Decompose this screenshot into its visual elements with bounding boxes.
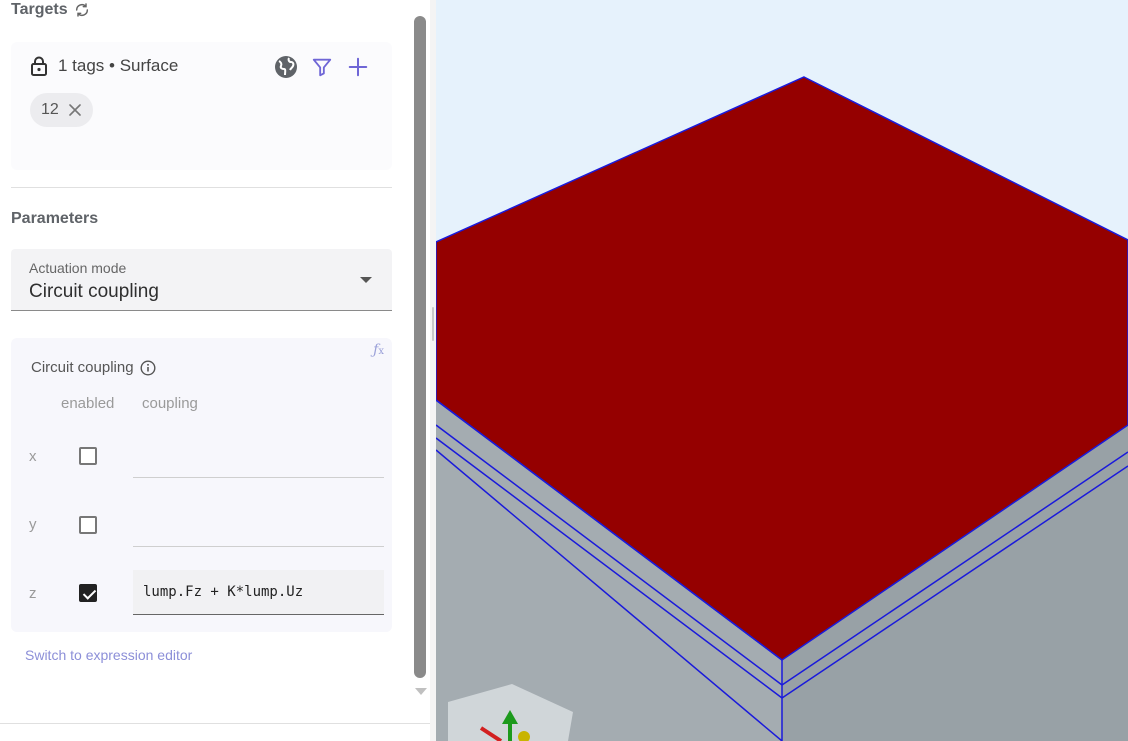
enabled-checkbox-x[interactable] [79,447,97,465]
row-label-z: z [29,585,37,602]
actuation-mode-value: Circuit coupling [29,281,159,302]
actuation-mode-label: Actuation mode [29,260,127,276]
chevron-down-icon [360,277,372,283]
info-icon[interactable] [140,359,156,376]
lock-icon[interactable] [30,56,48,76]
column-header-enabled: enabled [61,395,115,412]
tag-chip[interactable]: 12 [30,93,93,127]
scroll-down-arrow[interactable] [415,688,427,695]
circuit-coupling-box: ƒx Circuit coupling enabled coupling x y… [11,338,392,632]
targets-summary-row: 1 tags • Surface [30,56,178,76]
enabled-checkbox-y[interactable] [79,516,97,534]
targets-header: Targets [11,1,90,19]
circuit-coupling-title: Circuit coupling [31,359,134,376]
coupling-field-z[interactable]: lump.Fz + K*lump.Uz [133,570,384,615]
panel-bottom-divider [0,723,430,724]
switch-expression-editor-link[interactable]: Switch to expression editor [25,647,192,663]
3d-viewport[interactable] [436,0,1128,741]
targets-actions [273,54,371,80]
tag-chip-label: 12 [41,101,59,118]
close-icon[interactable] [68,104,81,116]
targets-box: 1 tags • Surface 12 [11,42,392,170]
globe-icon[interactable] [273,54,299,80]
row-label-y: y [29,516,37,533]
parameters-title: Parameters [11,210,99,227]
splitter-handle[interactable] [432,307,434,341]
circuit-coupling-header: Circuit coupling [31,359,156,376]
coupling-field-x[interactable] [133,433,384,478]
enabled-checkbox-z[interactable] [79,584,97,602]
column-header-coupling: coupling [142,395,198,412]
properties-panel: Targets 1 tags • Surface 12 Parameters A… [0,0,430,741]
coupling-field-y[interactable] [133,502,384,547]
targets-title: Targets [11,1,68,18]
add-icon[interactable] [345,54,371,80]
section-divider [11,187,392,188]
refresh-icon[interactable] [74,2,90,18]
filter-icon[interactable] [309,54,335,80]
targets-summary: 1 tags • Surface [58,56,179,75]
scrollbar-thumb[interactable] [414,16,426,678]
function-icon[interactable]: ƒx [373,342,384,358]
row-label-x: x [29,448,37,465]
actuation-mode-select[interactable]: Actuation mode Circuit coupling [11,249,392,311]
viewport-canvas [436,76,1128,741]
